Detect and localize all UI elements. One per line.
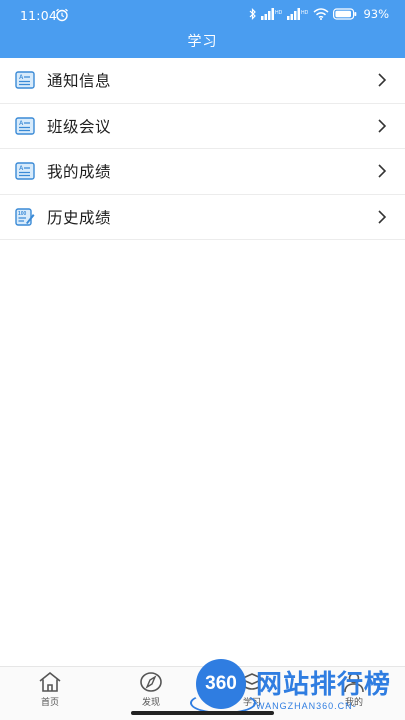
watermark-logo: 360	[196, 659, 246, 709]
menu-item-class-meeting[interactable]: A 班级会议	[0, 104, 405, 149]
compass-icon	[140, 672, 162, 692]
signal-icon: HD	[261, 8, 283, 20]
menu-item-label: 我的成绩	[47, 163, 112, 182]
home-indicator	[131, 711, 274, 715]
menu-item-label: 班级会议	[47, 117, 112, 136]
svg-text:A: A	[19, 121, 24, 127]
wifi-icon	[313, 8, 329, 20]
status-bar: 11:04 HD HD 93%	[0, 0, 405, 30]
tab-discover[interactable]: 发现	[121, 671, 181, 708]
page-title: 学习	[187, 34, 218, 50]
svg-text:A: A	[19, 75, 24, 81]
menu-item-history-scores[interactable]: 100 历史成绩	[0, 195, 405, 240]
notice-doc-icon: A	[15, 71, 35, 89]
signal-icon-2: HD	[287, 8, 309, 20]
tab-home[interactable]: 首页	[20, 671, 80, 708]
menu-item-label: 通知信息	[47, 72, 112, 91]
chevron-right-icon	[378, 209, 387, 224]
meeting-doc-icon: A	[15, 116, 35, 135]
tab-label: 发现	[141, 698, 160, 708]
bluetooth-icon	[250, 8, 257, 20]
study-menu-list: A 通知信息 A 班级会议 A 我的成绩 100 历史成绩	[0, 58, 405, 240]
svg-text:A: A	[19, 166, 24, 172]
battery-icon	[333, 8, 357, 20]
score-doc-icon: A	[15, 162, 35, 180]
chevron-right-icon	[378, 73, 387, 87]
chevron-right-icon	[378, 164, 387, 178]
alarm-icon	[56, 8, 68, 22]
watermark-text: 网站排行榜	[256, 670, 392, 700]
menu-item-my-scores[interactable]: A 我的成绩	[0, 149, 405, 195]
battery-percent: 93%	[363, 7, 389, 21]
app-header: 11:04 HD HD 93% 学习	[0, 0, 405, 58]
home-icon	[39, 671, 61, 692]
svg-text:100: 100	[18, 211, 27, 217]
menu-item-notice[interactable]: A 通知信息	[0, 58, 405, 104]
svg-text:HD: HD	[301, 10, 309, 16]
menu-item-label: 历史成绩	[47, 208, 112, 227]
chevron-right-icon	[378, 118, 387, 133]
tab-label: 首页	[40, 698, 59, 708]
status-time: 11:04	[20, 8, 58, 23]
status-indicators: HD HD 93%	[249, 7, 389, 21]
history-score-icon: 100	[15, 207, 35, 226]
svg-text:HD: HD	[275, 10, 283, 16]
watermark-subtext: -WANGZHAN360.CN-	[252, 701, 357, 711]
